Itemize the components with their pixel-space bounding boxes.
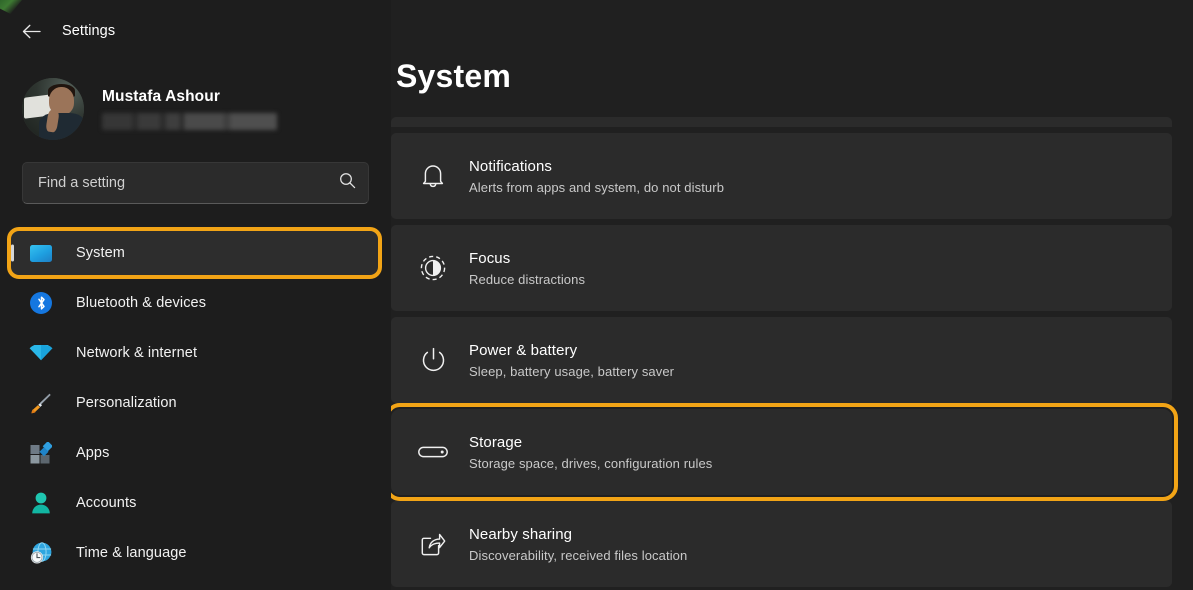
- sidebar-item-label: Network & internet: [76, 345, 197, 361]
- harddrive-icon: [413, 444, 453, 460]
- user-name: Mustafa Ashour: [102, 88, 277, 106]
- bell-icon: [413, 163, 453, 189]
- share-icon: [413, 531, 453, 557]
- page-title: System: [396, 0, 1193, 95]
- sidebar-nav: System Bluetooth & devices: [0, 230, 391, 576]
- monitor-icon: [28, 240, 54, 266]
- card-title: Focus: [469, 250, 585, 267]
- sidebar-item-label: System: [76, 245, 125, 261]
- card-text: Notifications Alerts from apps and syste…: [469, 158, 724, 195]
- main-content: System Notifications Alerts from apps an…: [391, 0, 1193, 590]
- card-title: Nearby sharing: [469, 526, 687, 543]
- paintbrush-icon: [28, 390, 54, 416]
- person-icon: [28, 490, 54, 516]
- sidebar-item-label: Time & language: [76, 545, 187, 561]
- card-title: Storage: [469, 434, 712, 451]
- settings-card-notifications[interactable]: Notifications Alerts from apps and syste…: [391, 133, 1172, 219]
- sidebar-item-personalization[interactable]: Personalization: [10, 380, 379, 426]
- bluetooth-icon: [28, 290, 54, 316]
- power-icon: [413, 347, 453, 373]
- search-box[interactable]: [22, 162, 369, 204]
- sidebar-item-bluetooth-devices[interactable]: Bluetooth & devices: [10, 280, 379, 326]
- card-title: Notifications: [469, 158, 724, 175]
- card-subtitle: Discoverability, received files location: [469, 548, 687, 563]
- card-partial-above[interactable]: [391, 117, 1172, 127]
- sidebar-item-label: Accounts: [76, 495, 136, 511]
- sidebar-item-label: Personalization: [76, 395, 177, 411]
- settings-card-nearby-sharing[interactable]: Nearby sharing Discoverability, received…: [391, 501, 1172, 587]
- focus-icon: [413, 255, 453, 281]
- sidebar-item-system[interactable]: System: [10, 230, 379, 276]
- back-button[interactable]: [14, 15, 48, 47]
- search-container: [0, 146, 391, 204]
- app-title: Settings: [62, 23, 115, 39]
- sidebar-item-time-language[interactable]: Time & language: [10, 530, 379, 576]
- settings-window: Settings Mustafa Ashour: [0, 0, 1193, 590]
- card-subtitle: Alerts from apps and system, do not dist…: [469, 180, 724, 195]
- card-text: Storage Storage space, drives, configura…: [469, 434, 712, 471]
- card-subtitle: Storage space, drives, configuration rul…: [469, 456, 712, 471]
- settings-card-storage[interactable]: Storage Storage space, drives, configura…: [391, 409, 1172, 495]
- title-bar: Settings: [0, 0, 391, 62]
- card-text: Focus Reduce distractions: [469, 250, 585, 287]
- card-subtitle: Reduce distractions: [469, 272, 585, 287]
- sidebar-item-apps[interactable]: Apps: [10, 430, 379, 476]
- settings-sidebar: Settings Mustafa Ashour: [0, 0, 391, 590]
- card-text: Nearby sharing Discoverability, received…: [469, 526, 687, 563]
- avatar[interactable]: [22, 78, 84, 140]
- wifi-icon: [28, 340, 54, 366]
- user-profile[interactable]: Mustafa Ashour: [0, 62, 391, 146]
- card-subtitle: Sleep, battery usage, battery saver: [469, 364, 674, 379]
- sidebar-item-label: Bluetooth & devices: [76, 295, 206, 311]
- card-title: Power & battery: [469, 342, 674, 359]
- settings-card-power-battery[interactable]: Power & battery Sleep, battery usage, ba…: [391, 317, 1172, 403]
- user-email-redacted: [102, 113, 277, 130]
- search-input[interactable]: [38, 175, 339, 191]
- sidebar-item-network-internet[interactable]: Network & internet: [10, 330, 379, 376]
- sidebar-item-accounts[interactable]: Accounts: [10, 480, 379, 526]
- profile-text: Mustafa Ashour: [102, 88, 277, 130]
- apps-grid-icon: [28, 440, 54, 466]
- settings-card-focus[interactable]: Focus Reduce distractions: [391, 225, 1172, 311]
- arrow-left-icon: [22, 24, 41, 39]
- card-text: Power & battery Sleep, battery usage, ba…: [469, 342, 674, 379]
- sidebar-item-label: Apps: [76, 445, 109, 461]
- globe-clock-icon: [28, 540, 54, 566]
- settings-card-list: Notifications Alerts from apps and syste…: [391, 117, 1193, 587]
- search-icon[interactable]: [339, 172, 356, 194]
